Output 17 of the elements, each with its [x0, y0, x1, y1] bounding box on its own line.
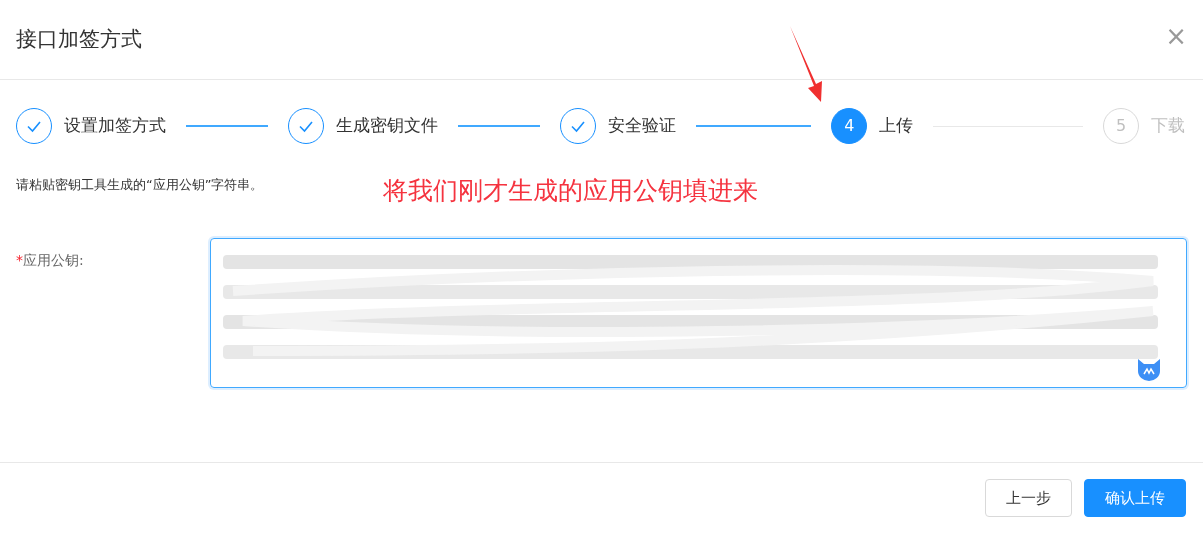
- step-number: 4: [831, 108, 868, 144]
- required-mark: *: [16, 251, 23, 268]
- step-label: 下载: [1151, 114, 1185, 138]
- hint-text: 请粘贴密钥工具生成的“应用公钥”字符串。: [16, 176, 265, 194]
- dialog-title: 接口加签方式: [16, 25, 142, 53]
- field-label: *应用公钥:: [16, 250, 85, 270]
- public-key-field[interactable]: [210, 237, 1187, 388]
- cat-face-icon: [1136, 356, 1162, 381]
- step-label: 生成密钥文件: [335, 114, 438, 138]
- previous-step-button[interactable]: 上一步: [985, 479, 1072, 517]
- close-button[interactable]: ×: [1165, 22, 1187, 49]
- step-number: 5: [1103, 108, 1139, 144]
- annotation-text: 将我们刚才生成的应用公钥填进来: [383, 175, 758, 207]
- confirm-upload-button[interactable]: 确认上传: [1084, 479, 1186, 517]
- step-label: 设置加签方式: [64, 114, 166, 138]
- step-label: 安全验证: [607, 114, 676, 138]
- step-label: 上传: [879, 114, 914, 138]
